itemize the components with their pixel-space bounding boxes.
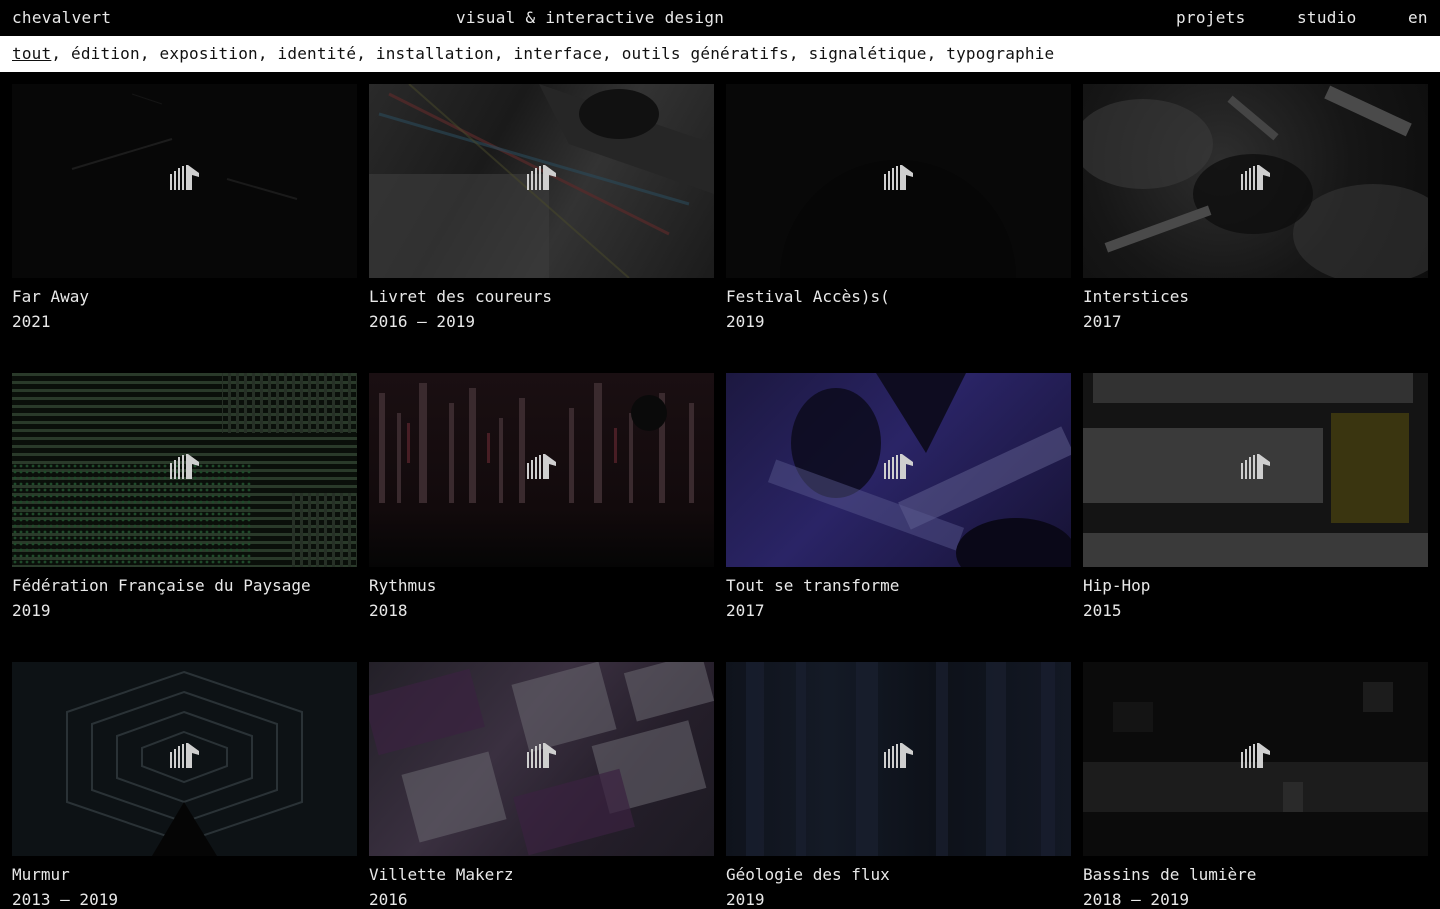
project-thumbnail[interactable] [726, 373, 1071, 567]
project-card[interactable]: Bassins de lumière 2018 — 2019 [1083, 662, 1428, 909]
project-card[interactable]: Géologie des flux 2019 [726, 662, 1071, 909]
filter-signaletique[interactable]: signalétique [809, 44, 927, 63]
project-title[interactable]: Villette Makerz [369, 865, 514, 884]
project-card[interactable]: Interstices 2017 [1083, 84, 1428, 331]
project-thumbnail[interactable] [369, 662, 714, 856]
project-title[interactable]: Bassins de lumière [1083, 865, 1256, 884]
filter-installation[interactable]: installation [376, 44, 494, 63]
project-year: 2016 — 2019 [369, 312, 475, 331]
chevalvert-horse-logo-icon [527, 165, 556, 190]
project-year: 2019 [12, 601, 51, 620]
chevalvert-horse-logo-icon [170, 454, 199, 479]
project-card[interactable]: Villette Makerz 2016 [369, 662, 714, 909]
chevalvert-horse-logo-icon [884, 454, 913, 479]
project-title[interactable]: Livret des coureurs [369, 287, 552, 306]
project-year: 2015 [1083, 601, 1122, 620]
project-year: 2019 [726, 312, 765, 331]
brand-link[interactable]: chevalvert [12, 8, 111, 27]
project-title[interactable]: Rythmus [369, 576, 436, 595]
top-bar: chevalvert visual & interactive design p… [0, 0, 1440, 36]
project-title[interactable]: Far Away [12, 287, 89, 306]
project-title[interactable]: Festival Accès)s( [726, 287, 890, 306]
chevalvert-horse-logo-icon [170, 165, 199, 190]
chevalvert-horse-logo-icon [884, 165, 913, 190]
project-year: 2021 [12, 312, 51, 331]
language-switch[interactable]: en [1408, 8, 1428, 27]
project-card[interactable]: Hip-Hop 2015 [1083, 373, 1428, 620]
chevalvert-horse-logo-icon [884, 743, 913, 768]
project-thumbnail[interactable] [1083, 84, 1428, 278]
chevalvert-horse-logo-icon [1241, 165, 1270, 190]
tagline: visual & interactive design [456, 8, 725, 27]
project-title[interactable]: Interstices [1083, 287, 1189, 306]
chevalvert-horse-logo-icon [1241, 743, 1270, 768]
project-year: 2017 [1083, 312, 1122, 331]
chevalvert-horse-logo-icon [527, 454, 556, 479]
project-thumbnail[interactable] [12, 662, 357, 856]
project-thumbnail[interactable] [1083, 662, 1428, 856]
project-year: 2017 [726, 601, 765, 620]
project-card[interactable]: Tout se transforme 2017 [726, 373, 1071, 620]
filter-tout[interactable]: tout [12, 44, 51, 63]
filter-exposition[interactable]: exposition [160, 44, 258, 63]
project-thumbnail[interactable] [369, 373, 714, 567]
filter-edition[interactable]: édition [71, 44, 140, 63]
project-thumbnail[interactable] [726, 84, 1071, 278]
filter-outils-generatifs[interactable]: outils génératifs [622, 44, 789, 63]
project-thumbnail[interactable] [1083, 373, 1428, 567]
project-thumbnail[interactable] [726, 662, 1071, 856]
project-card[interactable]: Far Away 2021 [12, 84, 357, 331]
project-thumbnail[interactable] [369, 84, 714, 278]
filter-typographie[interactable]: typographie [946, 44, 1054, 63]
filter-identite[interactable]: identité [278, 44, 357, 63]
chevalvert-horse-logo-icon [1241, 454, 1270, 479]
project-card[interactable]: Festival Accès)s( 2019 [726, 84, 1071, 331]
project-title[interactable]: Hip-Hop [1083, 576, 1150, 595]
project-card[interactable]: Fédération Française du Paysage 2019 [12, 373, 357, 620]
project-thumbnail[interactable] [12, 84, 357, 278]
project-year: 2018 [369, 601, 408, 620]
project-card[interactable]: Livret des coureurs 2016 — 2019 [369, 84, 714, 331]
project-title[interactable]: Tout se transforme [726, 576, 899, 595]
project-card[interactable]: Murmur 2013 — 2019 [12, 662, 357, 909]
filter-interface[interactable]: interface [514, 44, 603, 63]
project-card[interactable]: Rythmus 2018 [369, 373, 714, 620]
chevalvert-horse-logo-icon [170, 743, 199, 768]
chevalvert-horse-logo-icon [527, 743, 556, 768]
nav-studio[interactable]: studio [1297, 8, 1357, 27]
project-grid: Far Away 2021 Livret des coureurs 2016 —… [12, 84, 1428, 909]
project-thumbnail[interactable] [12, 373, 357, 567]
project-title[interactable]: Fédération Française du Paysage [12, 576, 311, 595]
category-filter-bar: tout, édition, exposition, identité, ins… [0, 36, 1440, 72]
project-title[interactable]: Géologie des flux [726, 865, 890, 884]
nav-projets[interactable]: projets [1176, 8, 1246, 27]
project-title[interactable]: Murmur [12, 865, 70, 884]
